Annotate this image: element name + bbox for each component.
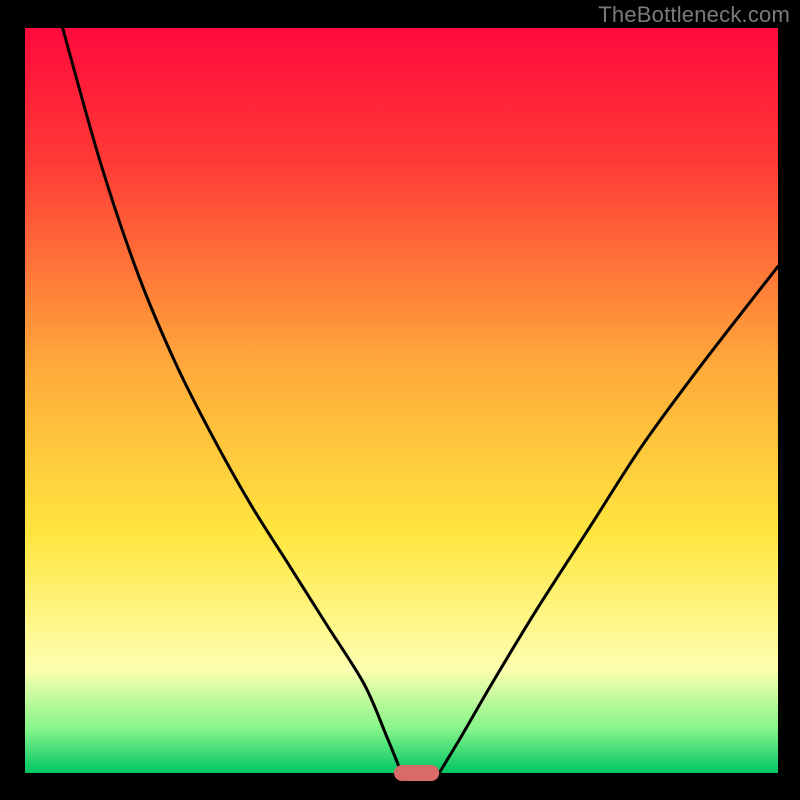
chart-frame: TheBottleneck.com <box>0 0 800 800</box>
minimum-marker <box>394 765 439 781</box>
gradient-background <box>25 28 778 773</box>
bottleneck-plot <box>0 0 800 800</box>
watermark-text: TheBottleneck.com <box>598 2 790 28</box>
